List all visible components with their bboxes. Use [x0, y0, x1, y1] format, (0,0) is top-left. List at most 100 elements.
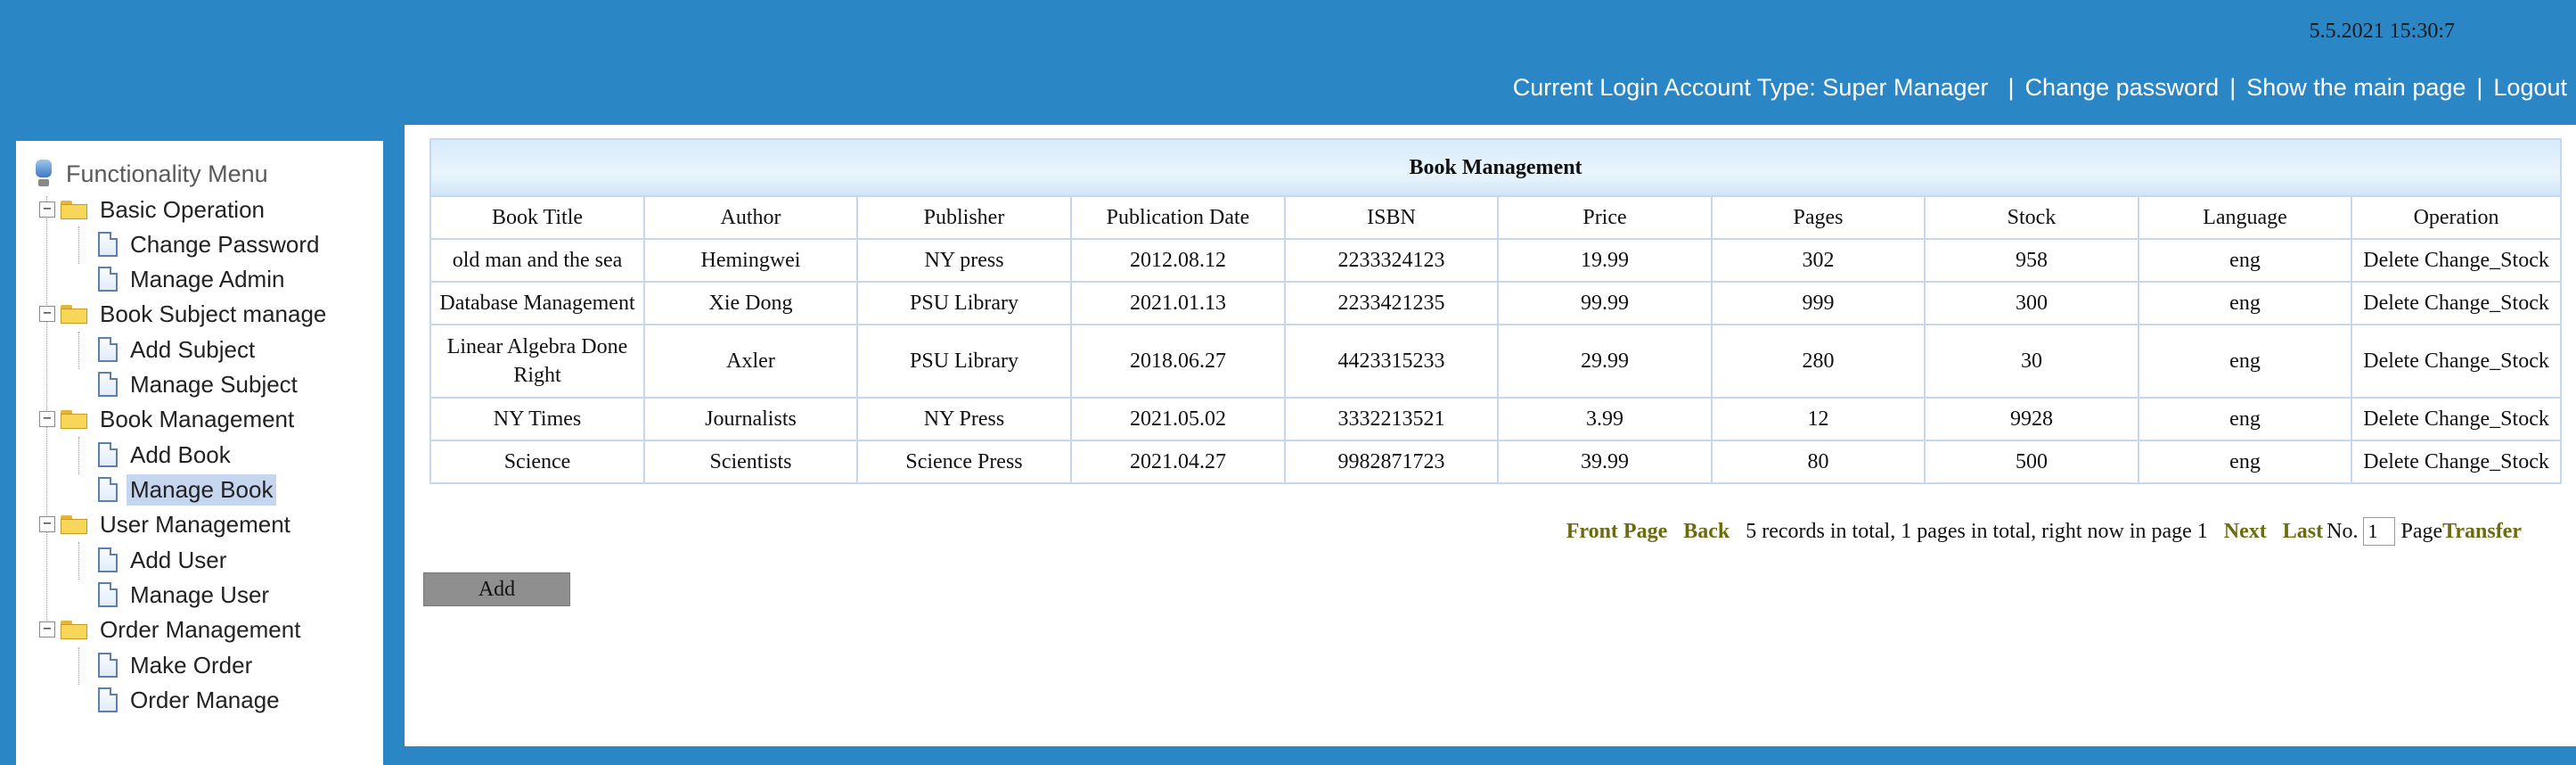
- change-stock-link[interactable]: Change_Stock: [2425, 292, 2549, 315]
- sidebar-item-manage-book[interactable]: Manage Book: [98, 473, 277, 506]
- column-header: Language: [2138, 195, 2352, 240]
- sidebar-item-manage-user[interactable]: Manage User: [98, 578, 273, 612]
- sidebar-item-add-book[interactable]: Add Book: [98, 438, 234, 472]
- cell-pages: 302: [1711, 238, 1926, 283]
- page-number-input[interactable]: [2363, 517, 2396, 546]
- cell-price: 99.99: [1497, 281, 1713, 325]
- last-link[interactable]: Last: [2283, 520, 2323, 544]
- functionality-menu-root: Functionality Menu: [34, 157, 272, 191]
- delete-link[interactable]: Delete: [2363, 249, 2419, 272]
- collapse-icon[interactable]: −: [39, 621, 55, 638]
- table-row: old man and the sea Hemingwei NY press 2…: [429, 238, 2563, 283]
- records-summary: 5 records in total, 1 pages in total, ri…: [1746, 519, 2208, 543]
- account-type-label: Current Login Account Type: Super Manage…: [1512, 73, 1989, 101]
- sidebar-item-manage-subject[interactable]: Manage Subject: [98, 367, 301, 401]
- sidebar-item-label[interactable]: Change Password: [127, 229, 323, 260]
- cell-author: Axler: [643, 324, 858, 399]
- cell-stock: 9928: [1924, 397, 2139, 441]
- sidebar-item-label[interactable]: Add Book: [127, 440, 234, 471]
- delete-link[interactable]: Delete: [2363, 450, 2419, 473]
- sidebar-item-change-password[interactable]: Change Password: [98, 227, 323, 261]
- transfer-link[interactable]: Transfer: [2442, 520, 2522, 544]
- delete-link[interactable]: Delete: [2363, 350, 2419, 373]
- add-button[interactable]: Add: [423, 572, 570, 606]
- book-table: Book Management Book Title Author Publis…: [429, 138, 2563, 484]
- back-link[interactable]: Back: [1683, 520, 1730, 544]
- sidebar: Functionality Menu − Basic Operation Cha…: [16, 141, 383, 765]
- cell-stock: 30: [1924, 324, 2139, 399]
- cell-price: 19.99: [1497, 238, 1713, 283]
- group-label[interactable]: Book Subject manage: [96, 299, 330, 330]
- cell-book-title: old man and the sea: [429, 238, 645, 283]
- group-label[interactable]: User Management: [96, 509, 294, 540]
- sidebar-item-label[interactable]: Add Subject: [127, 334, 258, 366]
- cell-stock: 300: [1924, 281, 2139, 325]
- next-link[interactable]: Next: [2224, 520, 2267, 544]
- group-order-management[interactable]: − Order Management: [39, 613, 304, 646]
- page-icon: [98, 337, 118, 362]
- sidebar-item-label[interactable]: Manage Book: [127, 473, 277, 506]
- cell-isbn: 2233421235: [1284, 281, 1499, 325]
- group-basic-operation[interactable]: − Basic Operation: [39, 193, 268, 226]
- table-row: Science Scientists Science Press 2021.04…: [429, 440, 2563, 484]
- cell-price: 3.99: [1497, 397, 1713, 441]
- sidebar-item-label[interactable]: Manage Subject: [127, 369, 301, 400]
- cell-isbn: 2233324123: [1284, 238, 1499, 283]
- sidebar-item-label[interactable]: Order Manage: [127, 685, 283, 716]
- sidebar-item-add-user[interactable]: Add User: [98, 543, 230, 577]
- page-icon: [98, 687, 118, 712]
- delete-link[interactable]: Delete: [2363, 292, 2419, 315]
- nav-separator: |: [2229, 73, 2237, 101]
- sidebar-item-label[interactable]: Manage User: [127, 580, 273, 611]
- cell-isbn: 9982871723: [1284, 440, 1499, 484]
- column-header: Publication Date: [1070, 195, 1286, 240]
- change-password-link[interactable]: Change password: [2025, 74, 2220, 102]
- page-icon: [98, 232, 118, 257]
- group-book-management[interactable]: − Book Management: [39, 402, 298, 436]
- table-title: Book Management: [429, 138, 2563, 197]
- cell-book-title: Linear Algebra Done Right: [429, 324, 645, 399]
- cell-price: 29.99: [1497, 324, 1713, 399]
- front-page-link[interactable]: Front Page: [1566, 520, 1668, 544]
- page-icon: [98, 372, 118, 397]
- sidebar-item-make-order[interactable]: Make Order: [98, 648, 256, 682]
- page-icon: [98, 547, 118, 572]
- change-stock-link[interactable]: Change_Stock: [2425, 350, 2549, 373]
- page-icon: [98, 582, 118, 607]
- logout-link[interactable]: Logout: [2493, 74, 2567, 102]
- collapse-icon[interactable]: −: [39, 306, 55, 322]
- show-main-page-link[interactable]: Show the main page: [2246, 74, 2466, 102]
- group-label[interactable]: Basic Operation: [96, 194, 268, 226]
- sidebar-item-add-subject[interactable]: Add Subject: [98, 333, 258, 366]
- cell-pages: 999: [1711, 281, 1926, 325]
- column-header: ISBN: [1284, 195, 1499, 240]
- group-book-subject-manage[interactable]: − Book Subject manage: [39, 297, 330, 331]
- change-stock-link[interactable]: Change_Stock: [2425, 407, 2549, 431]
- column-header: Publisher: [856, 195, 1072, 240]
- folder-icon: [61, 410, 87, 429]
- column-header: Author: [643, 195, 858, 240]
- page-icon: [98, 442, 118, 467]
- group-label[interactable]: Book Management: [96, 404, 298, 435]
- sidebar-item-label[interactable]: Manage Admin: [127, 264, 288, 295]
- cell-language: eng: [2138, 397, 2352, 441]
- collapse-icon[interactable]: −: [39, 516, 55, 532]
- cell-author: Hemingwei: [643, 238, 858, 283]
- collapse-icon[interactable]: −: [39, 411, 55, 427]
- change-stock-link[interactable]: Change_Stock: [2425, 450, 2549, 473]
- group-label[interactable]: Order Management: [96, 614, 304, 646]
- cell-publisher: Science Press: [856, 440, 1072, 484]
- folder-icon: [61, 305, 87, 324]
- sidebar-item-order-manage[interactable]: Order Manage: [98, 683, 283, 717]
- page-icon: [98, 267, 118, 292]
- cell-operation: Delete Change_Stock: [2350, 238, 2563, 283]
- delete-link[interactable]: Delete: [2363, 407, 2419, 431]
- main-content: Book Management Book Title Author Publis…: [405, 125, 2576, 746]
- sidebar-item-label[interactable]: Make Order: [127, 650, 256, 681]
- change-stock-link[interactable]: Change_Stock: [2425, 249, 2549, 272]
- sidebar-item-label[interactable]: Add User: [127, 545, 230, 576]
- sidebar-item-manage-admin[interactable]: Manage Admin: [98, 262, 288, 296]
- collapse-icon[interactable]: −: [39, 202, 55, 218]
- cell-author: Xie Dong: [643, 281, 858, 325]
- group-user-management[interactable]: − User Management: [39, 507, 294, 541]
